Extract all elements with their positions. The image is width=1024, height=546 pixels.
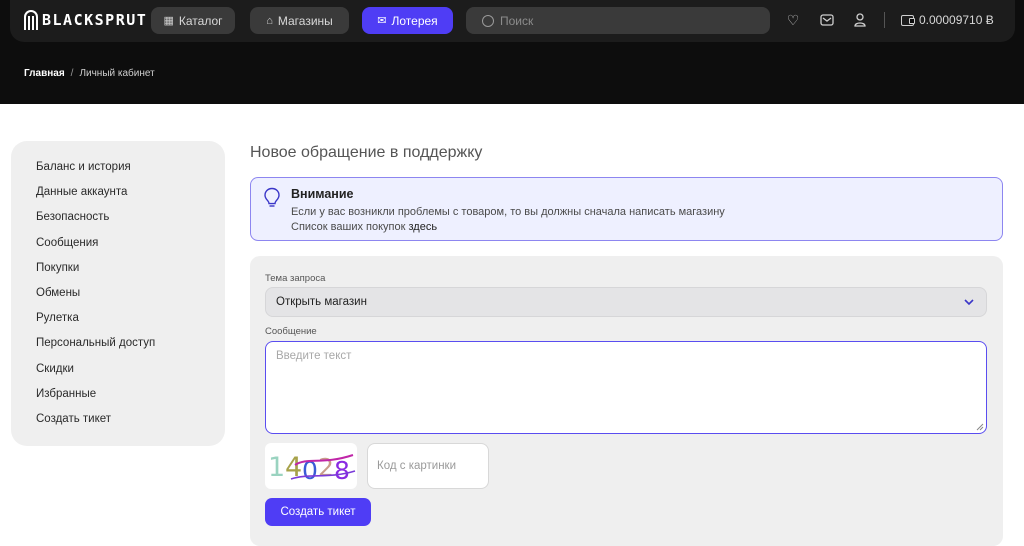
topic-select[interactable]: Открыть магазин [265,287,987,317]
alert-text: Если у вас возникли проблемы с товаром, … [291,206,725,218]
sidebar-item-personal-access[interactable]: Персональный доступ [11,331,225,356]
sidebar-item-purchases[interactable]: Покупки [11,256,225,281]
sidebar-item-balance[interactable]: Баланс и история [11,155,225,180]
ticket-form: Тема запроса Открыть магазин Сообщение В… [250,256,1003,546]
alert-purchases-text: Список ваших покупок [291,221,406,233]
nav-catalog-button[interactable]: ▦ Каталог [151,7,235,34]
mail-icon[interactable] [818,11,836,29]
sidebar-item-security[interactable]: Безопасность [11,205,225,230]
logo[interactable]: BLACKSPRUT [24,8,147,32]
sidebar-item-account[interactable]: Данные аккаунта [11,180,225,205]
balance-value: 0.00009710 Ƀ [919,13,994,27]
nav-catalog-label: Каталог [178,13,223,28]
alert-title: Внимание [291,187,354,201]
purchases-link[interactable]: здесь [408,221,437,233]
sidebar-item-favorites[interactable]: Избранные [11,382,225,407]
sidebar-item-discounts[interactable]: Скидки [11,357,225,382]
search-icon [482,14,494,27]
lightbulb-icon [264,187,280,207]
nav-lottery-button[interactable]: ✉ Лотерея [362,7,453,34]
ticket-icon: ✉ [377,15,387,27]
header-divider [884,12,885,28]
logo-mark-icon [24,10,38,30]
grid-icon: ▦ [163,15,174,27]
captcha-digit-1: 1 [268,452,285,483]
heart-icon[interactable]: ♡ [784,11,802,29]
balance-button[interactable]: 0.00009710 Ƀ [901,11,994,29]
page-title: Новое обращение в поддержку [250,144,483,161]
nav-shops-label: Магазины [277,13,333,28]
store-icon: ⌂ [266,14,273,27]
topic-select-value: Открыть магазин [276,296,367,308]
sidebar-item-create-ticket[interactable]: Создать тикет [11,407,225,432]
top-header: BLACKSPRUT ▦ Каталог ⌂ Магазины ✉ Лотере… [0,0,1024,104]
captcha-digit-5: 8 [334,456,350,485]
captcha-input-placeholder: Код с картинки [377,460,457,472]
breadcrumb-home[interactable]: Главная [24,68,65,79]
topic-label: Тема запроса [265,273,326,284]
sidebar-item-exchanges[interactable]: Обмены [11,281,225,306]
chevron-down-icon [964,299,974,306]
attention-alert: Внимание Если у вас возникли проблемы с … [250,177,1003,241]
sidebar-item-messages[interactable]: Сообщения [11,231,225,256]
nav-lottery-label: Лотерея [391,13,438,28]
search-bar[interactable]: Поиск [466,7,770,34]
breadcrumb-separator: / [70,68,74,79]
sidebar-item-roulette[interactable]: Рулетка [11,306,225,331]
message-placeholder: Введите текст [276,350,352,362]
sidebar: Баланс и история Данные аккаунта Безопас… [11,141,225,446]
create-ticket-label: Создать тикет [280,506,356,518]
captcha-image: 1 4 0 2 8 [265,443,357,489]
captcha-input[interactable]: Код с картинки [367,443,489,489]
breadcrumb-current: Личный кабинет [79,68,155,79]
resize-grip-icon[interactable] [975,422,984,431]
logo-text: BLACKSPRUT [42,11,148,29]
breadcrumb: Главная / Личный кабинет [24,68,155,79]
alert-purchases-line: Список ваших покупок здесь [291,221,437,233]
wallet-icon [901,14,915,26]
create-ticket-button[interactable]: Создать тикет [265,498,371,526]
user-icon[interactable] [851,11,869,29]
search-input[interactable]: Поиск [500,14,533,28]
captcha-digit-4: 2 [318,453,334,482]
message-label: Сообщение [265,326,317,337]
message-textarea[interactable]: Введите текст [265,341,987,434]
nav-shops-button[interactable]: ⌂ Магазины [250,7,349,34]
